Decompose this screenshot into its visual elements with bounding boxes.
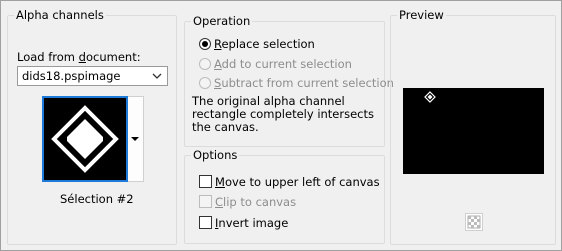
operation-title: Operation: [191, 14, 253, 28]
preview-canvas: [403, 88, 544, 174]
operation-description: The original alpha channel rectangle com…: [192, 94, 375, 134]
preview-selection-icon: [424, 91, 436, 103]
chevron-down-icon: [152, 73, 162, 79]
triangle-down-icon: [131, 137, 139, 141]
preview-title: Preview: [397, 8, 446, 22]
checkerboard-icon: [467, 215, 481, 229]
load-from-document-label: Load from document:: [17, 50, 141, 64]
clip-to-canvas-label[interactable]: Clip to canvas: [215, 195, 296, 209]
invert-image-checkbox[interactable]: [199, 216, 212, 229]
thumbnail-dropdown-button[interactable]: [128, 96, 144, 182]
document-select-value: dids18.pspimage: [22, 69, 121, 83]
subtract-from-selection-label[interactable]: Subtract from current selection: [214, 76, 394, 90]
alpha-channel-thumbnail[interactable]: [42, 96, 128, 182]
move-upper-left-checkbox[interactable]: [199, 175, 212, 188]
selection-caption: Sélection #2: [60, 192, 134, 206]
clip-to-canvas-checkbox[interactable]: [199, 195, 212, 208]
add-to-selection-radio[interactable]: [199, 58, 211, 70]
invert-image-label[interactable]: Invert image: [215, 216, 288, 230]
options-title: Options: [191, 148, 240, 162]
document-select[interactable]: dids18.pspimage: [17, 66, 168, 86]
selection-diamond-icon: [51, 105, 119, 173]
add-to-selection-label[interactable]: Add to current selection: [214, 57, 352, 71]
subtract-from-selection-radio[interactable]: [199, 77, 211, 89]
preview-navigate-button[interactable]: [465, 213, 483, 231]
move-upper-left-label[interactable]: Move to upper left of canvas: [215, 175, 380, 189]
alpha-channels-title: Alpha channels: [14, 8, 106, 22]
replace-selection-radio[interactable]: [199, 38, 211, 50]
replace-selection-label[interactable]: Replace selection: [214, 37, 315, 51]
